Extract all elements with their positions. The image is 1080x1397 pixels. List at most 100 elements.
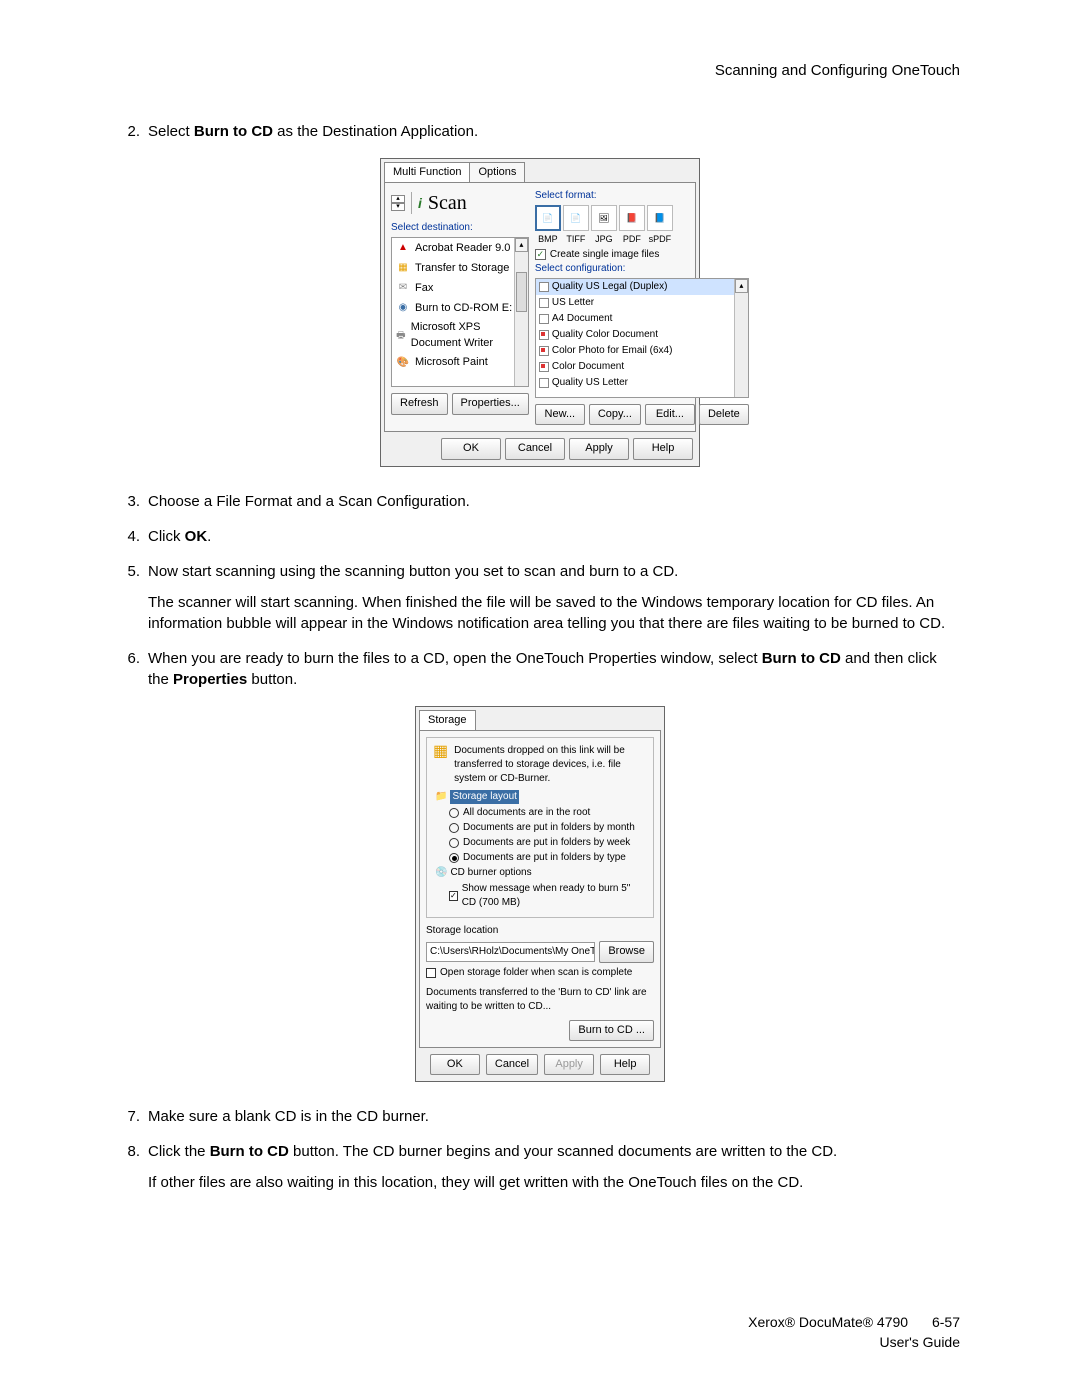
step-body: Choose a File Format and a Scan Configur… xyxy=(148,491,960,512)
destination-list[interactable]: ▲Acrobat Reader 9.0 ▦ Transfer to Storage… xyxy=(391,237,529,387)
step-body: When you are ready to burn the files to … xyxy=(148,648,960,690)
config-item[interactable]: Color Document🔒 xyxy=(536,359,748,375)
instruction-list: 2. Select Burn to CD as the Destination … xyxy=(120,121,960,142)
tab-storage[interactable]: Storage xyxy=(419,710,476,730)
format-pdf-icon[interactable]: 📕 xyxy=(619,205,645,231)
format-spdf-icon[interactable]: 📘 xyxy=(647,205,673,231)
step-text-b: button. The CD burner begins and your sc… xyxy=(289,1143,837,1160)
xps-icon: 🖶 xyxy=(395,328,407,344)
apply-button[interactable]: Apply xyxy=(569,438,629,459)
step-text-c: button. xyxy=(247,671,297,688)
step-text: Click the xyxy=(148,1143,210,1160)
step-number: 8. xyxy=(120,1141,148,1193)
dest-item[interactable]: ▲Acrobat Reader 9.0 xyxy=(392,238,528,258)
page-number: 6-57 xyxy=(932,1313,960,1333)
radio-month[interactable]: Documents are put in folders by month xyxy=(449,821,647,835)
open-folder-checkbox[interactable]: Open storage folder when scan is complet… xyxy=(426,966,654,980)
button-stepper[interactable]: ▴▾ xyxy=(391,195,405,211)
info-icon: i xyxy=(418,194,422,214)
ok-button[interactable]: OK xyxy=(430,1054,480,1075)
step-text-b: . xyxy=(207,528,211,545)
dest-item[interactable]: ◉Burn to CD-ROM E: xyxy=(392,298,528,318)
delete-button[interactable]: Delete xyxy=(699,404,749,425)
step-body: Click OK. xyxy=(148,526,960,547)
dest-item[interactable]: 🎨Microsoft Paint xyxy=(392,353,528,373)
dest-label: Burn to CD-ROM E: xyxy=(415,301,512,316)
radio-type[interactable]: Documents are put in folders by type xyxy=(449,851,647,865)
step-body: Make sure a blank CD is in the CD burner… xyxy=(148,1106,960,1127)
step-number: 7. xyxy=(120,1106,148,1127)
format-icons: 📄 📄 🖼 📕 📘 xyxy=(535,205,749,231)
dest-item[interactable]: 🖶Microsoft XPS Document Writer xyxy=(392,318,528,353)
checkbox-label: Create single image files xyxy=(550,248,660,262)
help-button[interactable]: Help xyxy=(600,1054,650,1075)
dest-item[interactable]: ▦ Transfer to Storage xyxy=(392,258,528,278)
scan-title: ▴▾ i Scan xyxy=(391,189,529,217)
scrollbar[interactable]: ▴ xyxy=(514,238,528,386)
dest-item[interactable]: ✉Fax xyxy=(392,278,528,298)
step-body: Now start scanning using the scanning bu… xyxy=(148,561,960,634)
waiting-note: Documents transferred to the 'Burn to CD… xyxy=(426,986,654,1014)
config-item[interactable]: Quality Color Document🔒 xyxy=(536,327,748,343)
scrollbar[interactable]: ▴ xyxy=(734,279,748,397)
format-bmp-icon[interactable]: 📄 xyxy=(535,205,561,231)
config-item[interactable]: Color Photo for Email (6x4)🔒 xyxy=(536,343,748,359)
config-item[interactable]: Quality US Letter🔒 xyxy=(536,375,748,391)
step-number: 4. xyxy=(120,526,148,547)
apply-button[interactable]: Apply xyxy=(544,1054,594,1075)
cancel-button[interactable]: Cancel xyxy=(505,438,565,459)
step-number: 6. xyxy=(120,648,148,690)
config-label: Quality US Legal (Duplex) xyxy=(552,280,668,294)
show-message-checkbox[interactable]: ✓Show message when ready to burn 5" CD (… xyxy=(449,882,647,910)
step-3: 3. Choose a File Format and a Scan Confi… xyxy=(120,491,960,512)
tab-multifunction[interactable]: Multi Function xyxy=(384,162,470,182)
burn-to-cd-button[interactable]: Burn to CD ... xyxy=(569,1020,654,1041)
storage-icon: ▦ xyxy=(395,260,411,276)
config-item[interactable]: Quality US Legal (Duplex)🔒 xyxy=(536,279,748,295)
radio-label: Documents are put in folders by type xyxy=(463,851,626,865)
step-5: 5. Now start scanning using the scanning… xyxy=(120,561,960,634)
format-tiff-icon[interactable]: 📄 xyxy=(563,205,589,231)
help-button[interactable]: Help xyxy=(633,438,693,459)
storage-path-field[interactable]: C:\Users\RHolz\Documents\My OneTouch Arc… xyxy=(426,942,595,962)
step-text: Select xyxy=(148,123,194,140)
format-jpg-icon[interactable]: 🖼 xyxy=(591,205,617,231)
create-single-checkbox[interactable]: ✓Create single image files xyxy=(535,248,749,262)
properties-button[interactable]: Properties... xyxy=(452,393,529,414)
cancel-button[interactable]: Cancel xyxy=(486,1054,538,1075)
select-config-label: Select configuration: xyxy=(535,262,749,276)
format-label: PDF xyxy=(619,233,645,246)
instruction-list-cont: 3. Choose a File Format and a Scan Confi… xyxy=(120,491,960,690)
select-destination-label: Select destination: xyxy=(391,221,529,235)
new-button[interactable]: New... xyxy=(535,404,585,425)
cd-icon: 💿 xyxy=(435,866,447,880)
format-label: TIFF xyxy=(563,233,589,246)
dest-label: Acrobat Reader 9.0 xyxy=(415,241,510,256)
storage-location-label: Storage location xyxy=(426,924,654,938)
config-label: A4 Document xyxy=(552,312,613,326)
radio-root[interactable]: All documents are in the root xyxy=(449,806,647,820)
storage-layout-label: Storage layout xyxy=(450,790,519,804)
config-list[interactable]: Quality US Legal (Duplex)🔒 US Letter🔒 A4… xyxy=(535,278,749,398)
config-item[interactable]: US Letter🔒 xyxy=(536,295,748,311)
dest-label: Microsoft Paint xyxy=(415,355,488,370)
checkbox-label: Open storage folder when scan is complet… xyxy=(440,966,632,980)
step-body: Click the Burn to CD button. The CD burn… xyxy=(148,1141,960,1193)
browse-button[interactable]: Browse xyxy=(599,941,654,962)
radio-label: Documents are put in folders by week xyxy=(463,836,630,850)
config-label: US Letter xyxy=(552,296,594,310)
folder-icon: 📁 xyxy=(435,790,447,804)
edit-button[interactable]: Edit... xyxy=(645,404,695,425)
radio-week[interactable]: Documents are put in folders by week xyxy=(449,836,647,850)
checkbox-label: Show message when ready to burn 5" CD (7… xyxy=(462,882,647,910)
step-7: 7. Make sure a blank CD is in the CD bur… xyxy=(120,1106,960,1127)
step-8: 8. Click the Burn to CD button. The CD b… xyxy=(120,1141,960,1193)
ok-button[interactable]: OK xyxy=(441,438,501,459)
step-number: 5. xyxy=(120,561,148,634)
tab-options[interactable]: Options xyxy=(469,162,525,182)
dest-label: Transfer to Storage xyxy=(415,261,509,276)
refresh-button[interactable]: Refresh xyxy=(391,393,448,414)
copy-button[interactable]: Copy... xyxy=(589,404,641,425)
config-item[interactable]: A4 Document🔒 xyxy=(536,311,748,327)
page-footer: Xerox® DocuMate® 4790 6-57 User's Guide xyxy=(120,1313,960,1352)
